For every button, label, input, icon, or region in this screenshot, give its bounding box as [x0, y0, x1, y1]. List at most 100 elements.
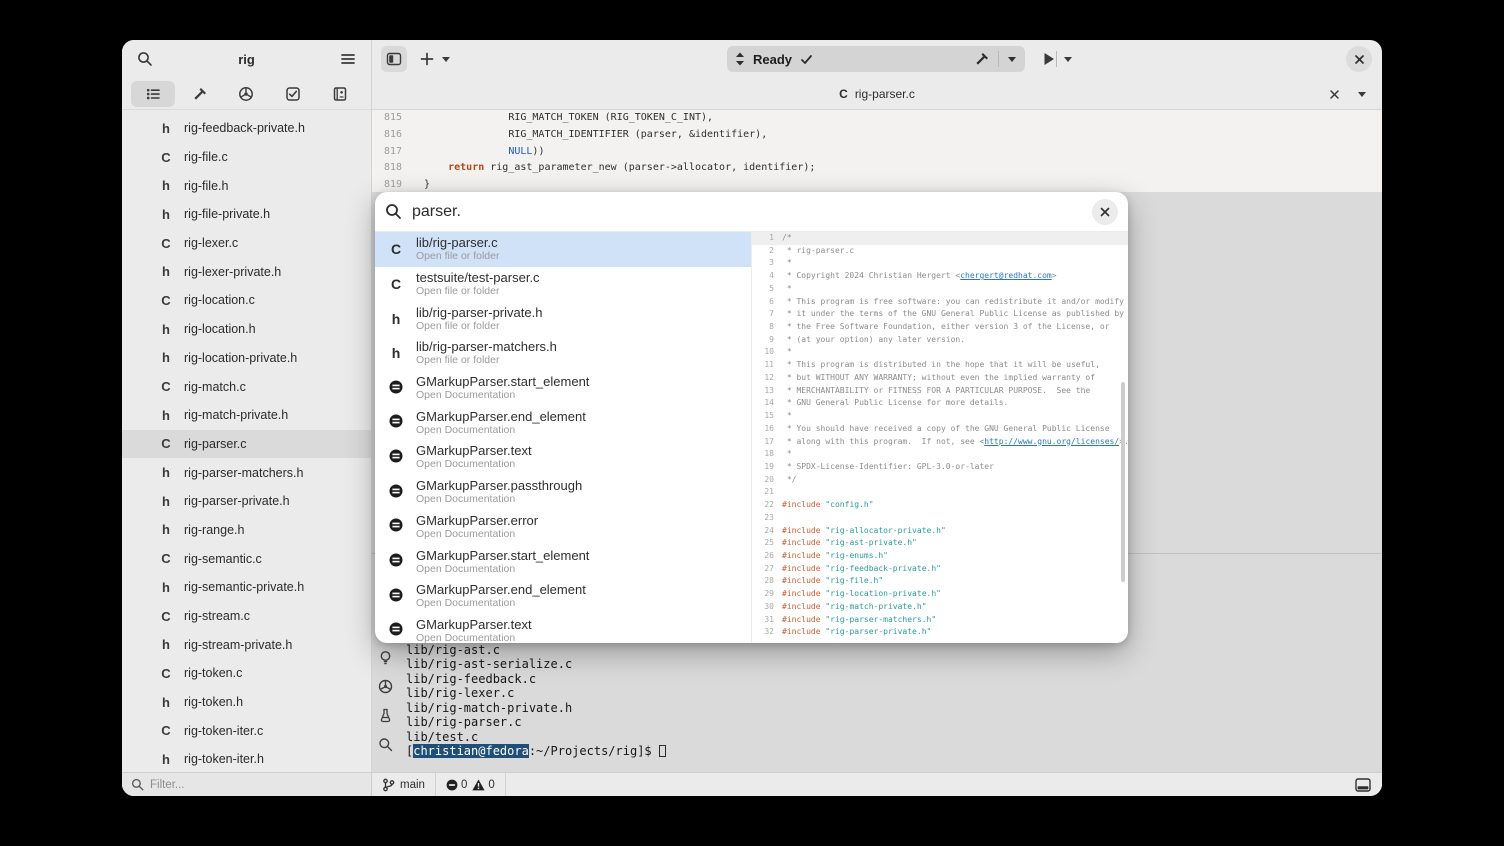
preview-line: 11 * This program is distributed in the … [752, 359, 1128, 372]
line-code: #include "rig-ast-private.h" [774, 537, 917, 550]
file-item[interactable]: hrig-file-private.h [122, 200, 371, 229]
filetype-icon: C [388, 241, 404, 257]
file-item[interactable]: Crig-location.c [122, 286, 371, 315]
result-texts: testsuite/test-parser.cOpen file or fold… [416, 270, 540, 298]
file-item[interactable]: hrig-semantic-private.h [122, 573, 371, 602]
line-number: 30 [752, 601, 774, 614]
sidebar-tab-documentation[interactable] [318, 81, 362, 107]
wheel-icon [238, 86, 254, 102]
file-item[interactable]: hrig-token.h [122, 688, 371, 717]
line-number: 18 [752, 448, 774, 461]
file-item[interactable]: Crig-stream.c [122, 602, 371, 631]
file-item[interactable]: hrig-location-private.h [122, 344, 371, 373]
build-status-pill[interactable]: Ready [727, 46, 1025, 72]
search-result-row[interactable]: GMarkupParser.start_elementOpen Document… [375, 371, 751, 406]
tab-title[interactable]: rig-parser.c [855, 87, 915, 101]
sidebar-tab-project-tree[interactable] [131, 81, 175, 107]
file-item[interactable]: Crig-token.c [122, 659, 371, 688]
file-item[interactable]: hrig-file.h [122, 171, 371, 200]
result-title: GMarkupParser.end_element [416, 409, 586, 424]
search-result-row[interactable]: GMarkupParser.end_elementOpen Documentat… [375, 579, 751, 614]
preview-line: 29#include "rig-location-private.h" [752, 588, 1128, 601]
tab-list-caret-icon[interactable] [1350, 82, 1374, 106]
result-subtitle: Open Documentation [416, 458, 532, 471]
line-code: */ [774, 474, 796, 487]
run-caret-icon[interactable] [1060, 46, 1076, 72]
search-input[interactable] [412, 203, 1082, 221]
new-page-caret-icon[interactable] [438, 46, 454, 72]
sidebar-tab-pipeline[interactable] [224, 81, 268, 107]
filetype-icon: h [160, 494, 172, 509]
new-page-button[interactable] [416, 46, 438, 72]
line-number: 819 [372, 177, 402, 192]
search-panel-icon[interactable] [378, 737, 393, 752]
file-item[interactable]: hrig-stream-private.h [122, 630, 371, 659]
search-results-list: Clib/rig-parser.cOpen file or folderCtes… [375, 232, 752, 643]
code-segment: #include [782, 615, 825, 624]
preview-line: 15 * [752, 410, 1128, 423]
sidebar-tab-build-targets[interactable] [178, 81, 222, 107]
file-item[interactable]: hrig-location.h [122, 315, 371, 344]
file-item[interactable]: hrig-range.h [122, 516, 371, 545]
file-item[interactable]: hrig-parser-private.h [122, 487, 371, 516]
search-result-row[interactable]: GMarkupParser.end_elementOpen Documentat… [375, 405, 751, 440]
bottom-panel-toggle-icon[interactable] [1352, 775, 1374, 795]
run-button[interactable] [1036, 46, 1062, 72]
lightbulb-icon[interactable] [378, 650, 393, 665]
sidebar-header: rig [122, 40, 371, 78]
terminal-output[interactable]: lib/rig-ast.clib/rig-ast-serialize.clib/… [406, 643, 666, 759]
search-result-row[interactable]: hlib/rig-parser-matchers.hOpen file or f… [375, 336, 751, 371]
search-result-row[interactable]: GMarkupParser.textOpen Documentation [375, 614, 751, 643]
file-item[interactable]: Crig-file.c [122, 143, 371, 172]
code-segment: * the Free Software Foundation, either v… [782, 322, 1110, 331]
preview-line: 30#include "rig-match-private.h" [752, 601, 1128, 614]
build-hammer-icon[interactable] [974, 51, 990, 67]
search-result-row[interactable]: GMarkupParser.textOpen Documentation [375, 440, 751, 475]
file-item[interactable]: Crig-token-iter.c [122, 716, 371, 745]
file-item[interactable]: Crig-semantic.c [122, 544, 371, 573]
search-icon[interactable] [132, 46, 158, 72]
file-name: rig-parser.c [184, 437, 247, 451]
file-preview-pane: 1/*2 * rig-parser.c3 *4 * Copyright 2024… [752, 232, 1128, 643]
filter-input[interactable] [150, 779, 330, 791]
code-editor[interactable]: 815 RIG_MATCH_TOKEN (RIG_TOKEN_C_INT),81… [372, 110, 1382, 192]
file-item[interactable]: hrig-parser-matchers.h [122, 458, 371, 487]
file-item[interactable]: Crig-parser.c [122, 430, 371, 459]
tab-close-icon[interactable] [1322, 82, 1346, 106]
popup-close-button[interactable] [1092, 199, 1118, 225]
file-item[interactable]: hrig-match-private.h [122, 401, 371, 430]
search-result-row[interactable]: hlib/rig-parser-private.hOpen file or fo… [375, 301, 751, 336]
build-caret-icon[interactable] [1007, 54, 1017, 64]
sidebar-toggle-icon[interactable] [381, 46, 407, 72]
git-branch-button[interactable]: main [372, 773, 436, 796]
line-code: * [774, 346, 792, 359]
preview-scrollbar[interactable] [1121, 382, 1125, 582]
line-number: 31 [752, 614, 774, 627]
search-result-row[interactable]: Ctestsuite/test-parser.cOpen file or fol… [375, 267, 751, 302]
code-segment: )) [532, 146, 544, 157]
file-item[interactable]: hrig-feedback-private.h [122, 114, 371, 143]
sidebar-tab-todo[interactable] [271, 81, 315, 107]
flask-icon[interactable] [378, 708, 393, 723]
preview-line: 19 * SPDX-License-Identifier: GPL-3.0-or… [752, 461, 1128, 474]
line-code: } [402, 177, 430, 192]
line-number: 28 [752, 575, 774, 588]
window-close-button[interactable] [1346, 46, 1372, 72]
file-item[interactable]: Crig-lexer.c [122, 229, 371, 258]
search-result-row[interactable]: GMarkupParser.start_elementOpen Document… [375, 544, 751, 579]
search-result-row[interactable]: Clib/rig-parser.cOpen file or folder [375, 232, 751, 267]
file-item[interactable]: hrig-token-iter.h [122, 745, 371, 772]
search-result-row[interactable]: GMarkupParser.errorOpen Documentation [375, 510, 751, 545]
line-number: 22 [752, 499, 774, 512]
code-segment: RIG_MATCH_IDENTIFIER (parser, &identifie… [412, 129, 767, 140]
code-segment [412, 146, 508, 157]
file-item[interactable]: hrig-lexer-private.h [122, 257, 371, 286]
warning-count: 0 [472, 779, 494, 791]
file-item[interactable]: Crig-match.c [122, 372, 371, 401]
preview-line: 12 * but WITHOUT ANY WARRANTY; without e… [752, 372, 1128, 385]
line-code: #include "rig-match-private.h" [774, 601, 927, 614]
menu-icon[interactable] [335, 46, 361, 72]
wheel-icon[interactable] [378, 679, 393, 694]
search-result-row[interactable]: GMarkupParser.passthroughOpen Documentat… [375, 475, 751, 510]
diagnostics-button[interactable]: 0 0 [436, 773, 506, 796]
